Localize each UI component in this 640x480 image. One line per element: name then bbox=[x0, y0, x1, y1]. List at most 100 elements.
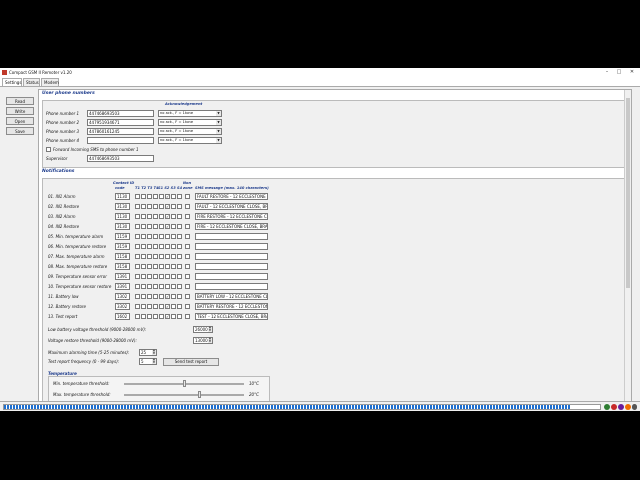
s3-checkbox[interactable] bbox=[171, 194, 176, 199]
t3-checkbox[interactable] bbox=[147, 254, 152, 259]
s4-checkbox[interactable] bbox=[177, 244, 182, 249]
t4-checkbox[interactable] bbox=[153, 224, 158, 229]
sms-message-input[interactable]: FAULT - 12 ECCLESTONE CLOSE, BRADW bbox=[195, 203, 268, 210]
t4-checkbox[interactable] bbox=[153, 304, 158, 309]
write-button[interactable]: Write bbox=[6, 107, 34, 115]
t2-checkbox[interactable] bbox=[141, 194, 146, 199]
t4-checkbox[interactable] bbox=[153, 264, 158, 269]
t1-checkbox[interactable] bbox=[135, 314, 140, 319]
t3-checkbox[interactable] bbox=[147, 214, 152, 219]
max-temp-slider-thumb[interactable] bbox=[198, 391, 201, 398]
s2-checkbox[interactable] bbox=[165, 254, 170, 259]
contact-id-input[interactable]: 3130 bbox=[115, 223, 130, 230]
non-zone-checkbox[interactable] bbox=[185, 194, 190, 199]
s1-checkbox[interactable] bbox=[159, 244, 164, 249]
s1-checkbox[interactable] bbox=[159, 224, 164, 229]
s2-checkbox[interactable]: ✓ bbox=[165, 194, 170, 199]
t1-checkbox[interactable] bbox=[135, 254, 140, 259]
scrollbar-thumb[interactable] bbox=[626, 98, 630, 288]
non-zone-checkbox[interactable] bbox=[185, 234, 190, 239]
s4-checkbox[interactable] bbox=[177, 314, 182, 319]
t4-checkbox[interactable] bbox=[153, 244, 158, 249]
contact-id-input[interactable]: 1302 bbox=[115, 293, 130, 300]
contact-id-input[interactable]: 1130 bbox=[115, 213, 130, 220]
s1-checkbox[interactable] bbox=[159, 194, 164, 199]
low-battery-input[interactable]: 26000 ▲ ▼ bbox=[193, 326, 213, 333]
tab-modem[interactable]: Modem bbox=[41, 78, 59, 86]
t3-checkbox[interactable] bbox=[147, 234, 152, 239]
t3-checkbox[interactable] bbox=[147, 304, 152, 309]
s4-checkbox[interactable] bbox=[177, 284, 182, 289]
phone-4-input[interactable] bbox=[87, 137, 154, 144]
sms-message-input[interactable] bbox=[195, 253, 268, 260]
t1-checkbox[interactable] bbox=[135, 224, 140, 229]
t2-checkbox[interactable] bbox=[141, 244, 146, 249]
s2-checkbox[interactable]: ✓ bbox=[165, 224, 170, 229]
t4-checkbox[interactable] bbox=[153, 254, 158, 259]
phone-1-ack-select[interactable]: no ack., F = 1tone ▼ bbox=[158, 110, 222, 117]
t4-checkbox[interactable] bbox=[153, 294, 158, 299]
t4-checkbox[interactable] bbox=[153, 214, 158, 219]
t4-checkbox[interactable] bbox=[153, 284, 158, 289]
sms-message-input[interactable] bbox=[195, 273, 268, 280]
t4-checkbox[interactable] bbox=[153, 194, 158, 199]
maximize-icon[interactable]: □ bbox=[614, 68, 624, 77]
t3-checkbox[interactable] bbox=[147, 274, 152, 279]
contact-id-input[interactable]: 3159 bbox=[115, 243, 130, 250]
phone-3-ack-select[interactable]: no ack., F = 1tone ▼ bbox=[158, 128, 222, 135]
sms-message-input[interactable]: BATTERY LOW - 12 ECCLESTONE CLOSE bbox=[195, 293, 268, 300]
save-button[interactable]: Save bbox=[6, 127, 34, 135]
s3-checkbox[interactable] bbox=[171, 274, 176, 279]
open-button[interactable]: Open bbox=[6, 117, 34, 125]
s4-checkbox[interactable] bbox=[177, 204, 182, 209]
s1-checkbox[interactable] bbox=[159, 264, 164, 269]
sms-message-input[interactable]: FAULT RESTORE - 12 ECCLESTONE CLOSE bbox=[195, 193, 268, 200]
sms-message-input[interactable] bbox=[195, 233, 268, 240]
s2-checkbox[interactable]: ✓ bbox=[165, 204, 170, 209]
contact-id-input[interactable]: 1159 bbox=[115, 233, 130, 240]
contact-id-input[interactable]: 3158 bbox=[115, 263, 130, 270]
sms-message-input[interactable] bbox=[195, 283, 268, 290]
t3-checkbox[interactable] bbox=[147, 314, 152, 319]
phone-3-input[interactable]: 447860161245 bbox=[87, 128, 154, 135]
t1-checkbox[interactable] bbox=[135, 294, 140, 299]
t2-checkbox[interactable] bbox=[141, 314, 146, 319]
s4-checkbox[interactable] bbox=[177, 294, 182, 299]
non-zone-checkbox[interactable] bbox=[185, 304, 190, 309]
t1-checkbox[interactable] bbox=[135, 264, 140, 269]
contact-id-input[interactable]: 3302 bbox=[115, 303, 130, 310]
t2-checkbox[interactable] bbox=[141, 264, 146, 269]
non-zone-checkbox[interactable] bbox=[185, 224, 190, 229]
s4-checkbox[interactable] bbox=[177, 214, 182, 219]
voltage-restore-input[interactable]: 13000 ▲ ▼ bbox=[193, 337, 213, 344]
s3-checkbox[interactable] bbox=[171, 224, 176, 229]
t1-checkbox[interactable] bbox=[135, 234, 140, 239]
t2-checkbox[interactable] bbox=[141, 284, 146, 289]
s2-checkbox[interactable] bbox=[165, 234, 170, 239]
t4-checkbox[interactable] bbox=[153, 314, 158, 319]
t3-checkbox[interactable] bbox=[147, 224, 152, 229]
t2-checkbox[interactable] bbox=[141, 204, 146, 209]
t3-checkbox[interactable] bbox=[147, 194, 152, 199]
sms-message-input[interactable]: BATTERY RESTORE - 12 ECCLESTONE C bbox=[195, 303, 268, 310]
s4-checkbox[interactable] bbox=[177, 194, 182, 199]
s3-checkbox[interactable] bbox=[171, 204, 176, 209]
alarming-time-input[interactable]: 25 ▲ ▼ bbox=[139, 349, 157, 356]
t2-checkbox[interactable] bbox=[141, 224, 146, 229]
t2-checkbox[interactable] bbox=[141, 234, 146, 239]
t3-checkbox[interactable] bbox=[147, 294, 152, 299]
s3-checkbox[interactable] bbox=[171, 314, 176, 319]
s1-checkbox[interactable] bbox=[159, 204, 164, 209]
non-zone-checkbox[interactable] bbox=[185, 264, 190, 269]
phone-2-input[interactable]: 447951934671 bbox=[87, 119, 154, 126]
s1-checkbox[interactable] bbox=[159, 304, 164, 309]
s1-checkbox[interactable] bbox=[159, 294, 164, 299]
s2-checkbox[interactable] bbox=[165, 264, 170, 269]
sms-message-input[interactable] bbox=[195, 263, 268, 270]
s2-checkbox[interactable] bbox=[165, 274, 170, 279]
phone-2-ack-select[interactable]: no ack., F = 1tone ▼ bbox=[158, 119, 222, 126]
t2-checkbox[interactable] bbox=[141, 294, 146, 299]
s3-checkbox[interactable] bbox=[171, 264, 176, 269]
non-zone-checkbox[interactable] bbox=[185, 314, 190, 319]
non-zone-checkbox[interactable] bbox=[185, 284, 190, 289]
